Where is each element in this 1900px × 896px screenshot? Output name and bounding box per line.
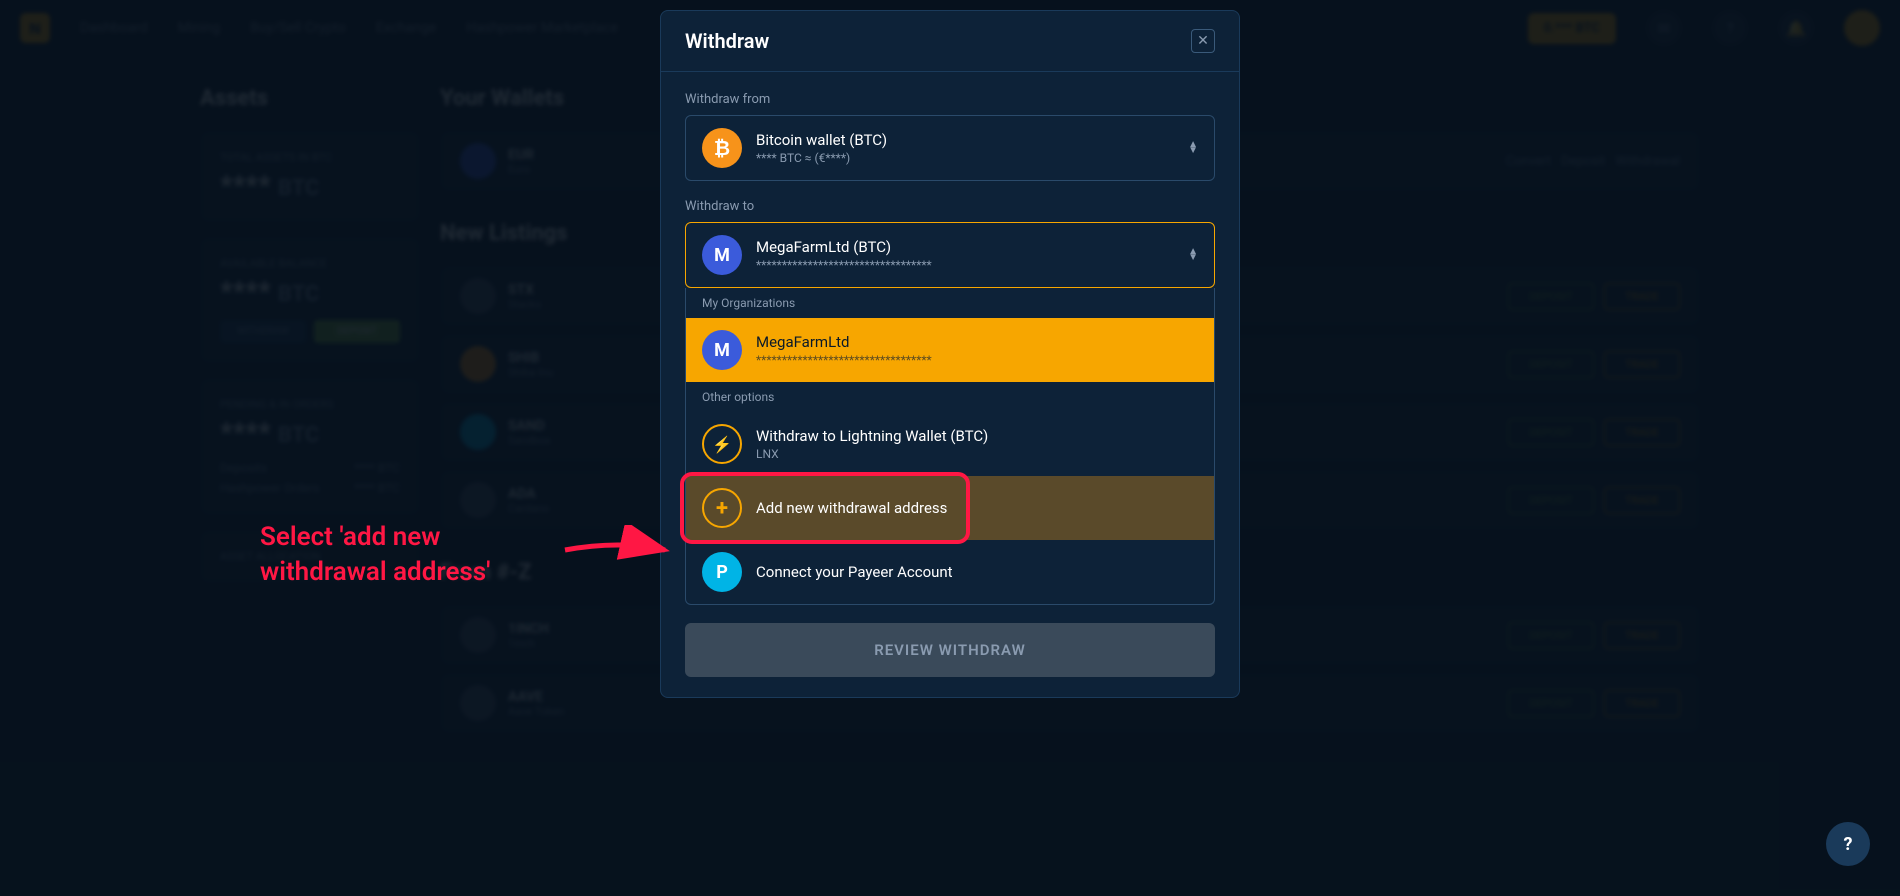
withdraw-to-select[interactable]: M MegaFarmLtd (BTC) ********************…	[685, 222, 1215, 288]
withdraw-modal: Withdraw ✕ Withdraw from ₿ Bitcoin walle…	[660, 10, 1240, 698]
from-wallet-balance: **** BTC ≈ (€****)	[756, 151, 1174, 165]
org-avatar-icon: M	[702, 235, 742, 275]
review-withdraw-button[interactable]: REVIEW WITHDRAW	[685, 623, 1215, 677]
chevron-updown-icon: ▲▼	[1188, 142, 1198, 154]
dropdown-section-other: Other options	[686, 382, 1214, 412]
dropdown-item-megafarm[interactable]: M MegaFarmLtd **************************…	[686, 318, 1214, 382]
withdraw-from-label: Withdraw from	[685, 92, 1215, 107]
payeer-label: Connect your Payeer Account	[756, 563, 1198, 581]
bitcoin-icon: ₿	[702, 128, 742, 168]
add-new-label: Add new withdrawal address	[756, 499, 1198, 517]
to-selected-name: MegaFarmLtd (BTC)	[756, 238, 1174, 256]
dropdown-section-orgs: My Organizations	[686, 288, 1214, 318]
lightning-sub: LNX	[756, 447, 1198, 461]
close-button[interactable]: ✕	[1191, 29, 1215, 53]
dropdown-item-add-new-address[interactable]: + Add new withdrawal address	[686, 476, 1214, 540]
org-name: MegaFarmLtd	[756, 333, 1198, 351]
payeer-icon: P	[702, 552, 742, 592]
withdraw-to-label: Withdraw to	[685, 199, 1215, 214]
withdraw-from-select[interactable]: ₿ Bitcoin wallet (BTC) **** BTC ≈ (€****…	[685, 115, 1215, 181]
annotation-arrow-icon	[560, 525, 680, 575]
plus-icon: +	[702, 488, 742, 528]
chevron-updown-icon: ▲▼	[1188, 249, 1198, 261]
dropdown-item-lightning[interactable]: ⚡ Withdraw to Lightning Wallet (BTC) LNX	[686, 412, 1214, 476]
withdraw-to-dropdown: My Organizations M MegaFarmLtd *********…	[685, 288, 1215, 605]
lightning-label: Withdraw to Lightning Wallet (BTC)	[756, 427, 1198, 445]
help-floating-button[interactable]: ?	[1826, 822, 1870, 866]
dropdown-item-payeer[interactable]: P Connect your Payeer Account	[686, 540, 1214, 604]
org-address: **********************************	[756, 353, 1198, 367]
lightning-icon: ⚡	[702, 424, 742, 464]
modal-title: Withdraw	[685, 29, 769, 53]
to-selected-address: **********************************	[756, 258, 1174, 272]
from-wallet-name: Bitcoin wallet (BTC)	[756, 131, 1174, 149]
org-avatar-icon: M	[702, 330, 742, 370]
annotation-text: Select 'add newwithdrawal address'	[260, 520, 490, 590]
